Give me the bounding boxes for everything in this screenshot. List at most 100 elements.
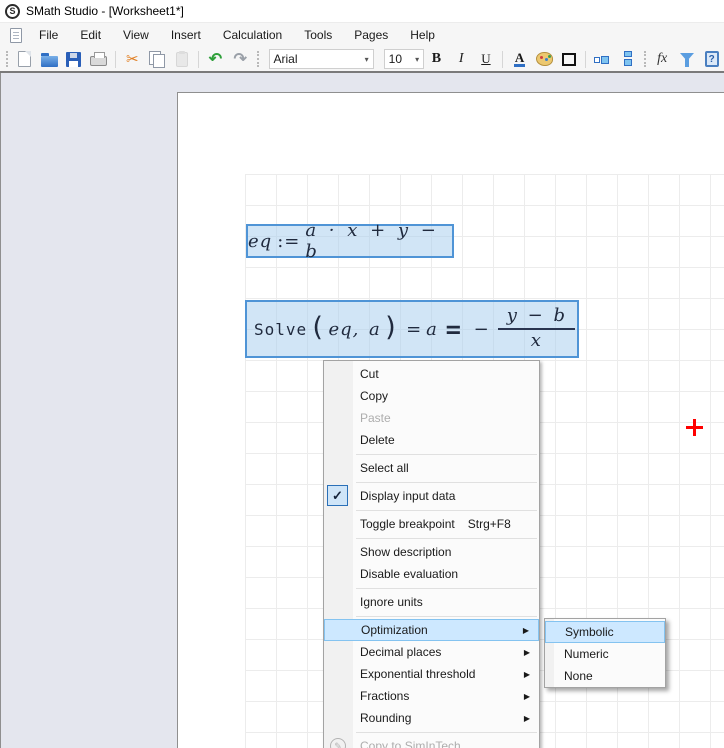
reference-book-button[interactable]: ? bbox=[699, 48, 724, 70]
menu-item-label: Ignore units bbox=[360, 595, 423, 609]
bold-button[interactable]: B bbox=[424, 48, 449, 70]
align-horizontal-button[interactable] bbox=[590, 48, 615, 70]
menu-item-cut[interactable]: Cut bbox=[324, 363, 539, 385]
copy-button[interactable] bbox=[145, 48, 170, 70]
menu-item-rounding[interactable]: Rounding ▶ bbox=[324, 707, 539, 729]
toolbar-separator bbox=[115, 51, 116, 68]
menu-item-label: Copy to SimInTech bbox=[360, 739, 461, 748]
underline-button[interactable]: U bbox=[474, 48, 499, 70]
menu-item-optimization[interactable]: Optimization ▶ bbox=[324, 619, 539, 641]
menu-view[interactable]: View bbox=[112, 24, 160, 46]
align-vertical-button[interactable] bbox=[615, 48, 640, 70]
right-paren: ) bbox=[383, 312, 400, 343]
copy-icon bbox=[149, 51, 165, 67]
worksheet-canvas[interactable]: eq := a · x + y − b Solve ( eq, a ) = a … bbox=[0, 73, 724, 748]
border-icon bbox=[562, 53, 576, 66]
font-family-select[interactable]: Arial ▾ bbox=[269, 49, 374, 69]
submenu-item-numeric[interactable]: Numeric bbox=[545, 643, 665, 665]
menu-item-display-input-data[interactable]: ✓ Display input data bbox=[324, 485, 539, 507]
new-document-icon bbox=[18, 51, 31, 67]
save-button[interactable] bbox=[61, 48, 86, 70]
underline-icon: U bbox=[481, 51, 490, 67]
menu-pages[interactable]: Pages bbox=[343, 24, 399, 46]
cut-button[interactable]: ✂ bbox=[120, 48, 145, 70]
palette-icon bbox=[536, 52, 553, 66]
italic-button[interactable]: I bbox=[449, 48, 474, 70]
toolbar-grip[interactable] bbox=[644, 51, 646, 67]
menu-item-label: Cut bbox=[360, 367, 379, 381]
funnel-icon bbox=[680, 53, 694, 61]
menu-item-label: Decimal places bbox=[360, 645, 441, 659]
fx-icon: fx bbox=[657, 51, 667, 67]
menu-item-label: Fractions bbox=[360, 689, 409, 703]
font-size-select[interactable]: 10 ▾ bbox=[384, 49, 424, 69]
bold-icon: B bbox=[432, 51, 441, 67]
redo-button[interactable]: ↷ bbox=[228, 48, 253, 70]
result-variable: a bbox=[426, 319, 438, 340]
save-icon bbox=[66, 52, 81, 67]
redo-icon: ↷ bbox=[233, 49, 246, 69]
open-button[interactable] bbox=[37, 48, 62, 70]
submenu-item-label: Numeric bbox=[564, 647, 609, 661]
font-color-button[interactable]: A bbox=[507, 48, 532, 70]
menu-item-decimal-places[interactable]: Decimal places ▶ bbox=[324, 641, 539, 663]
dropdown-arrow-icon[interactable]: ▾ bbox=[365, 55, 369, 64]
equation-solve[interactable]: Solve ( eq, a ) = a = − y − b x bbox=[245, 300, 579, 358]
dropdown-arrow-icon[interactable]: ▾ bbox=[415, 55, 419, 64]
menu-edit[interactable]: Edit bbox=[69, 24, 112, 46]
italic-icon: I bbox=[459, 51, 464, 67]
menu-file[interactable]: File bbox=[28, 24, 69, 46]
menu-item-disable-evaluation[interactable]: Disable evaluation bbox=[324, 563, 539, 585]
function-button[interactable]: fx bbox=[650, 48, 675, 70]
menu-item-fractions[interactable]: Fractions ▶ bbox=[324, 685, 539, 707]
app-logo-icon: S bbox=[5, 4, 20, 19]
menu-calculation[interactable]: Calculation bbox=[212, 24, 293, 46]
submenu-item-label: None bbox=[564, 669, 593, 683]
toolbar-separator bbox=[502, 51, 503, 68]
menu-item-toggle-breakpoint[interactable]: Toggle breakpoint Strg+F8 bbox=[324, 513, 539, 535]
left-paren: ( bbox=[309, 312, 326, 343]
equation-definition[interactable]: eq := a · x + y − b bbox=[246, 224, 454, 258]
paste-icon bbox=[176, 52, 188, 67]
document-icon[interactable] bbox=[10, 28, 22, 43]
menu-tools[interactable]: Tools bbox=[293, 24, 343, 46]
checked-checkbox-icon[interactable]: ✓ bbox=[327, 485, 348, 506]
title-bar: S SMath Studio - [Worksheet1*] bbox=[0, 0, 724, 22]
align-vertical-icon bbox=[621, 51, 633, 67]
submenu-arrow-icon: ▶ bbox=[524, 648, 530, 657]
toolbar: ✂ ↶ ↷ Arial ▾ 10 ▾ B I U A fx ? bbox=[0, 47, 724, 71]
toolbar-grip[interactable] bbox=[6, 51, 8, 67]
menu-item-select-all[interactable]: Select all bbox=[324, 457, 539, 479]
insertion-cursor-cross-icon bbox=[686, 419, 703, 436]
filter-button[interactable] bbox=[675, 48, 700, 70]
fraction: y − b x bbox=[498, 306, 575, 351]
submenu-item-symbolic[interactable]: Symbolic bbox=[545, 621, 665, 643]
background-color-button[interactable] bbox=[532, 48, 557, 70]
new-button[interactable] bbox=[12, 48, 37, 70]
submenu-arrow-icon: ▶ bbox=[524, 670, 530, 679]
border-button[interactable] bbox=[557, 48, 582, 70]
print-icon bbox=[90, 56, 107, 66]
solve-function-name: Solve bbox=[254, 320, 307, 339]
menu-item-copy[interactable]: Copy bbox=[324, 385, 539, 407]
equals-operator: = bbox=[406, 319, 422, 340]
menu-item-delete[interactable]: Delete bbox=[324, 429, 539, 451]
fraction-denominator: x bbox=[531, 330, 542, 352]
menu-item-label: Toggle breakpoint bbox=[360, 517, 455, 531]
toolbar-grip[interactable] bbox=[257, 51, 259, 67]
menu-insert[interactable]: Insert bbox=[160, 24, 212, 46]
menu-item-show-description[interactable]: Show description bbox=[324, 541, 539, 563]
submenu-arrow-icon: ▶ bbox=[523, 626, 529, 635]
menu-item-ignore-units[interactable]: Ignore units bbox=[324, 591, 539, 613]
optimization-submenu: Symbolic Numeric None bbox=[544, 618, 666, 688]
submenu-item-none[interactable]: None bbox=[545, 665, 665, 687]
menu-item-exponential-threshold[interactable]: Exponential threshold ▶ bbox=[324, 663, 539, 685]
menu-item-label: Select all bbox=[360, 461, 409, 475]
menu-item-label: Disable evaluation bbox=[360, 567, 458, 581]
submenu-arrow-icon: ▶ bbox=[524, 692, 530, 701]
undo-button[interactable]: ↶ bbox=[203, 48, 228, 70]
menu-bar: File Edit View Insert Calculation Tools … bbox=[0, 22, 724, 47]
menu-item-paste: Paste bbox=[324, 407, 539, 429]
menu-help[interactable]: Help bbox=[399, 24, 446, 46]
print-button[interactable] bbox=[86, 48, 111, 70]
